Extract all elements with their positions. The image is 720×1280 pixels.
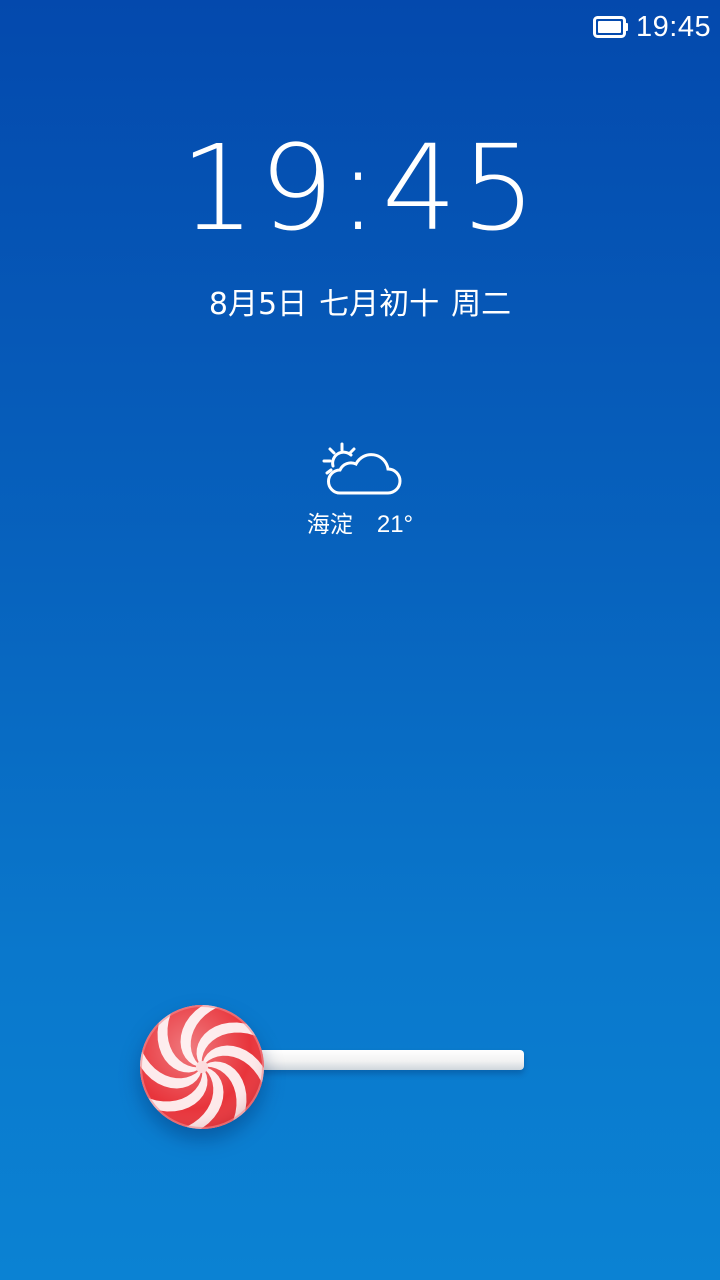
weekday: 周二 — [451, 287, 512, 322]
battery-icon — [593, 16, 628, 38]
unlock-slider-track[interactable] — [250, 1050, 524, 1070]
status-time: 19:45 — [636, 11, 712, 43]
solar-date: 8月5日 — [208, 287, 308, 322]
weather-temperature: 21° — [376, 511, 414, 538]
lunar-date: 七月初十 — [319, 287, 440, 322]
date-line: 8月5日 七月初十 周二 — [0, 285, 720, 325]
status-bar: 19:45 — [0, 0, 720, 54]
lollipop-icon[interactable] — [138, 1003, 266, 1131]
lockscreen-clock: 19:45 — [179, 119, 541, 257]
weather-info: 海淀 21° — [0, 508, 720, 542]
partly-cloudy-icon[interactable] — [318, 438, 406, 500]
weather-location: 海淀 — [306, 512, 353, 538]
